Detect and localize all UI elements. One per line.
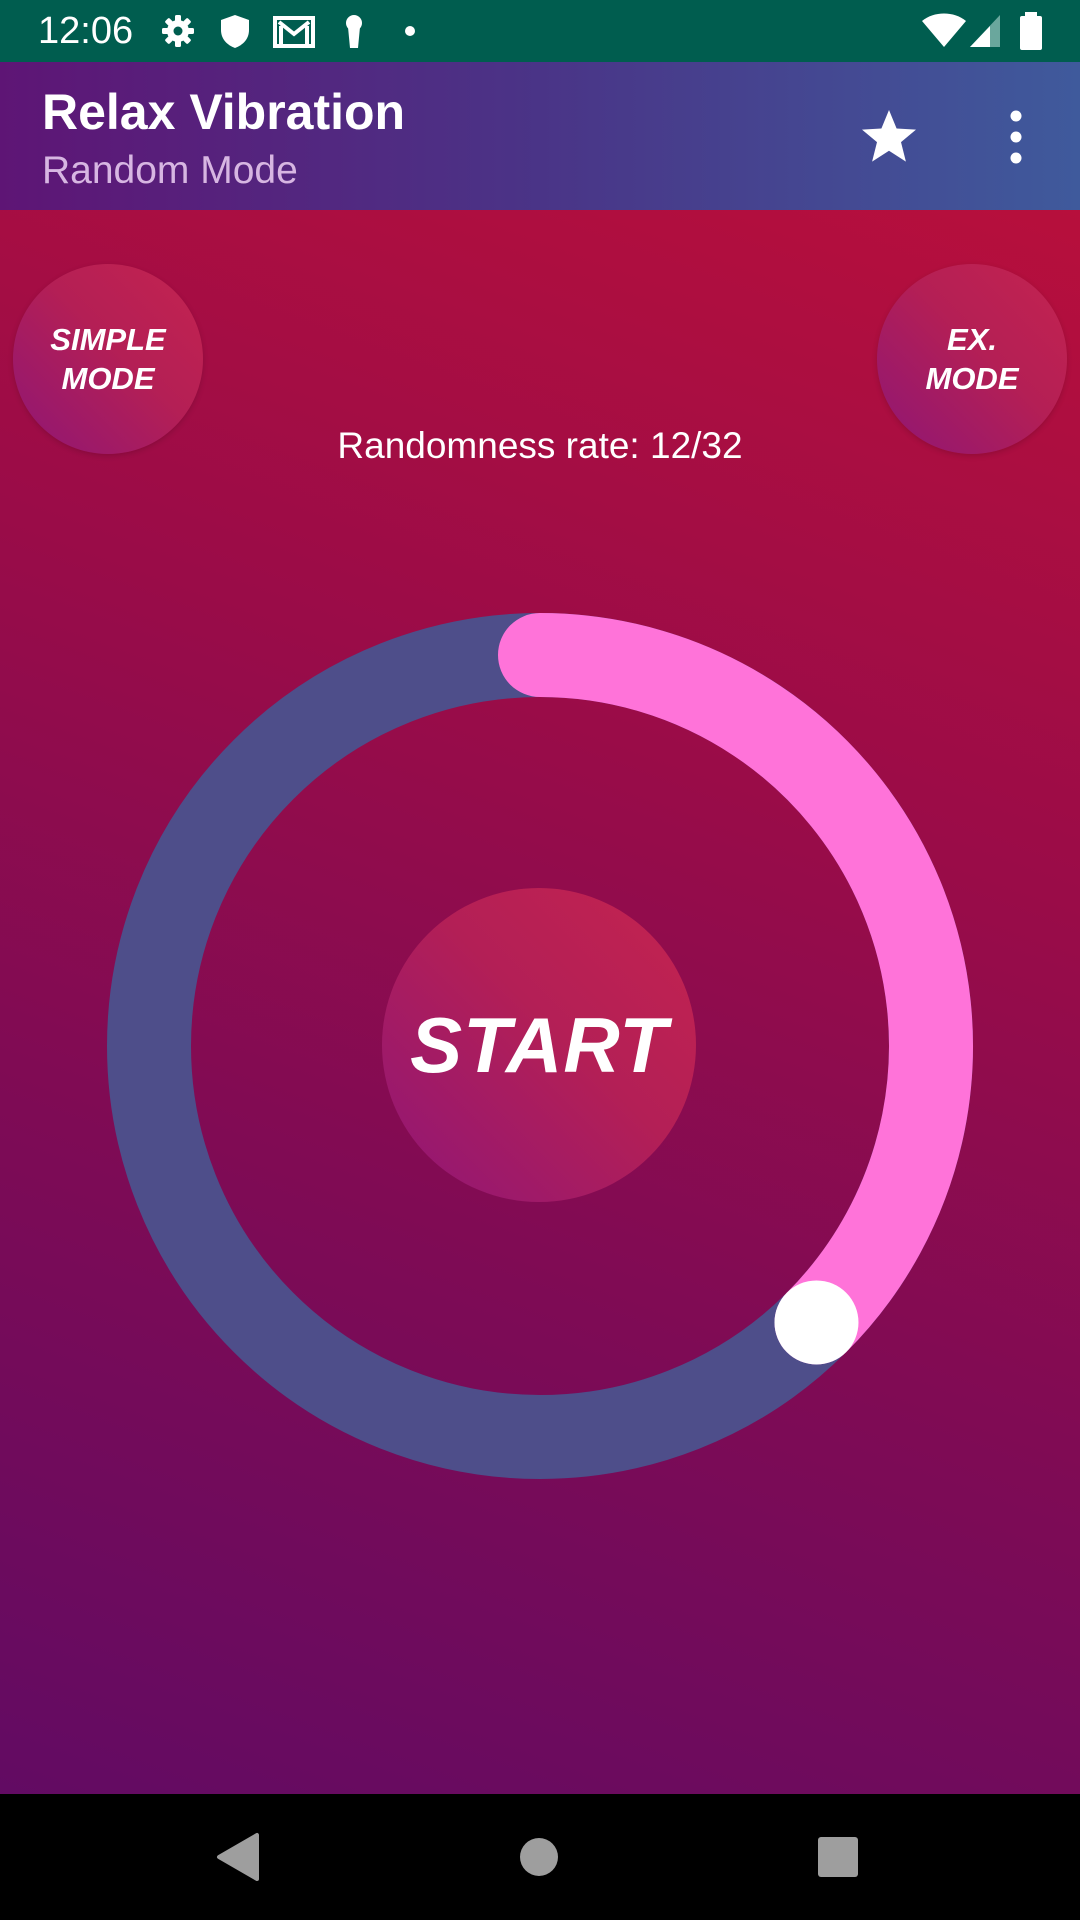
recents-icon: [818, 1837, 858, 1877]
battery-icon: [1016, 11, 1046, 51]
back-button[interactable]: [210, 1827, 270, 1887]
start-button[interactable]: START: [382, 888, 696, 1202]
status-bar: 12:06: [0, 0, 1080, 62]
signal-icon: [968, 11, 1004, 51]
status-time: 12:06: [38, 10, 134, 52]
app-subtitle: Random Mode: [42, 149, 298, 192]
shield-icon: [215, 11, 255, 51]
main-content: SIMPLE MODE EX. MODE Randomness rate: 12…: [0, 210, 1080, 1794]
app-title: Relax Vibration: [42, 84, 406, 140]
home-icon: [520, 1838, 558, 1876]
recents-button[interactable]: [808, 1827, 868, 1887]
dot-icon: [400, 11, 420, 51]
keyhole-icon: [334, 11, 374, 51]
wifi-icon: [920, 11, 968, 51]
app-bar: Relax Vibration Random Mode: [0, 62, 1080, 210]
gmail-icon: [272, 11, 316, 51]
dial-thumb[interactable]: [774, 1280, 859, 1365]
more-vert-icon: [1010, 110, 1022, 164]
back-icon: [217, 1833, 259, 1881]
navigation-bar: [0, 1794, 1080, 1920]
screen: 12:06 Relax Vibration Random Mode SIMPLE…: [0, 0, 1080, 1920]
star-button[interactable]: [856, 104, 922, 170]
home-button[interactable]: [509, 1827, 569, 1887]
star-icon: [862, 110, 916, 162]
gear-icon: [158, 11, 198, 51]
more-options-button[interactable]: [996, 104, 1036, 170]
